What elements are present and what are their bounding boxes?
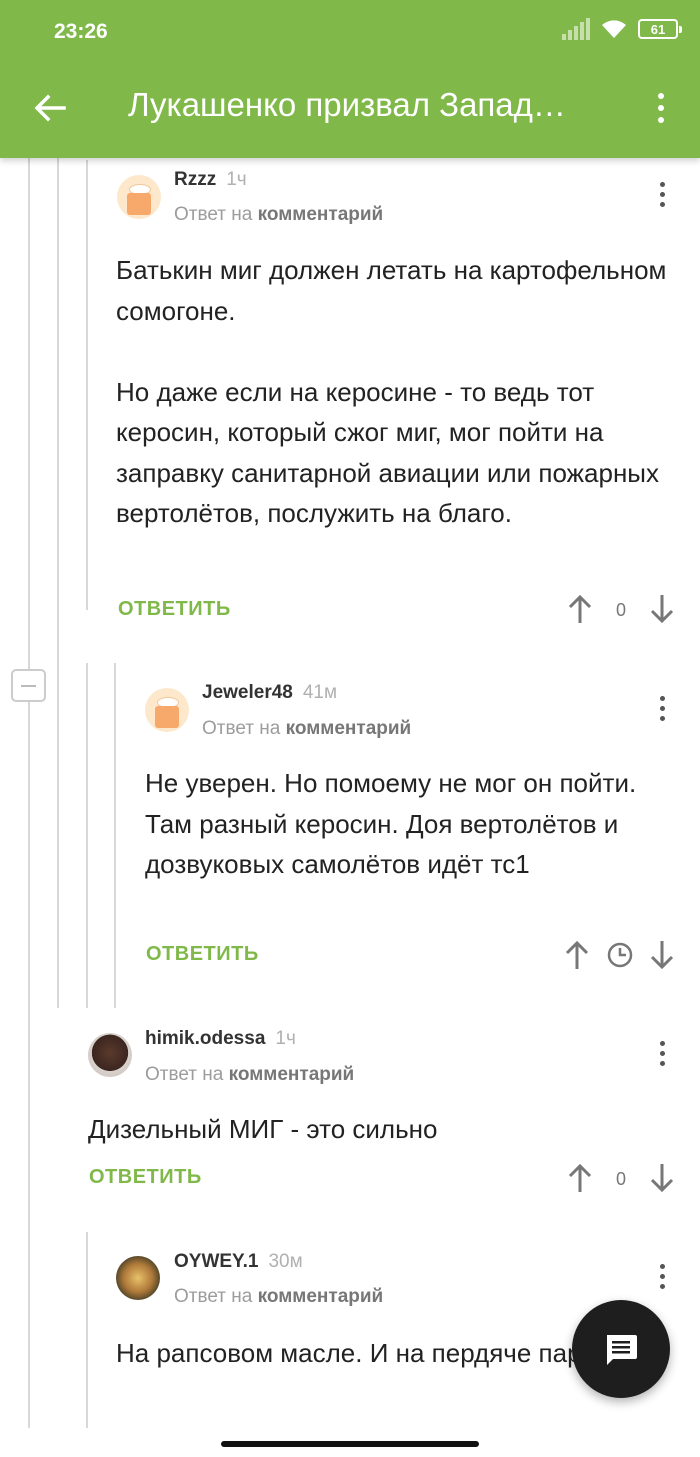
thread-line [86, 160, 88, 610]
upvote-icon[interactable] [566, 1162, 594, 1194]
collapse-thread-button[interactable] [11, 669, 46, 702]
reply-prefix: Ответ на [145, 1064, 224, 1085]
reply-to[interactable]: Ответ на комментарий [174, 204, 383, 226]
reply-target[interactable]: комментарий [258, 204, 384, 225]
comment-author[interactable]: himik.odessa 1ч [145, 1028, 296, 1050]
comment-author[interactable]: Rzzz 1ч [174, 169, 247, 191]
comment-body: Не уверен. Но помоему не мог он пойти. Т… [145, 768, 637, 879]
reply-target[interactable]: комментарий [229, 1064, 355, 1085]
comment-menu-button[interactable] [652, 1259, 672, 1293]
reply-to[interactable]: Ответ на комментарий [202, 718, 411, 740]
reply-button[interactable]: ОТВЕТИТЬ [118, 598, 231, 621]
comment-time: 1ч [226, 169, 247, 190]
wifi-icon [602, 20, 626, 38]
thread-line [114, 663, 116, 1008]
reply-prefix: Ответ на [174, 204, 253, 225]
comment-menu-button[interactable] [652, 177, 672, 211]
thread-line [86, 663, 88, 1008]
thread-line [86, 1232, 88, 1428]
clock-icon [607, 942, 633, 968]
comment-author[interactable]: OYWEY.1 30м [174, 1251, 303, 1273]
comment-score: 0 [615, 600, 626, 620]
comment-time: 41м [302, 682, 338, 703]
reply-target[interactable]: комментарий [258, 1286, 384, 1307]
default-avatar[interactable] [145, 688, 189, 732]
comment-time: 30м [268, 1251, 303, 1272]
comment-menu-button[interactable] [652, 1036, 672, 1070]
default-avatar[interactable] [117, 175, 161, 219]
comment-time: 1ч [275, 1028, 296, 1049]
comment-body: Батькин миг должен летать на картофельно… [116, 255, 667, 528]
downvote-icon[interactable] [648, 939, 676, 971]
battery-level: 61 [650, 21, 666, 37]
author-name[interactable]: Jeweler48 [202, 682, 293, 703]
reply-button[interactable]: ОТВЕТИТЬ [146, 943, 259, 966]
status-icons: 61 [562, 18, 682, 40]
author-name[interactable]: himik.odessa [145, 1028, 265, 1049]
comment-icon [607, 1335, 637, 1365]
back-button[interactable] [30, 88, 70, 128]
comment-body: На рапсовом масле. И на пердяче паре. [116, 1338, 604, 1368]
thread-line [57, 158, 59, 1008]
downvote-icon[interactable] [648, 593, 676, 625]
reply-target[interactable]: комментарий [286, 718, 412, 739]
write-comment-button[interactable] [572, 1300, 670, 1398]
photo-avatar[interactable] [88, 1033, 132, 1077]
reply-to[interactable]: Ответ на комментарий [145, 1064, 354, 1086]
signal-icon [562, 18, 590, 40]
overflow-menu-button[interactable] [644, 88, 678, 128]
battery-icon: 61 [638, 19, 682, 39]
upvote-icon[interactable] [566, 593, 594, 625]
author-name[interactable]: OYWEY.1 [174, 1251, 258, 1272]
comment-body: Дизельный МИГ - это сильно [88, 1114, 438, 1144]
reply-button[interactable]: ОТВЕТИТЬ [89, 1166, 202, 1189]
home-indicator[interactable] [221, 1441, 479, 1447]
comment-author[interactable]: Jeweler48 41м [202, 682, 337, 704]
comment-score: 0 [615, 1169, 626, 1189]
page-title: Лукашенко призвал Запад… [128, 86, 566, 123]
downvote-icon[interactable] [648, 1162, 676, 1194]
upvote-icon[interactable] [563, 939, 591, 971]
reply-to[interactable]: Ответ на комментарий [174, 1286, 383, 1308]
comment-menu-button[interactable] [652, 691, 672, 725]
reply-prefix: Ответ на [202, 718, 281, 739]
reply-prefix: Ответ на [174, 1286, 253, 1307]
author-name[interactable]: Rzzz [174, 169, 216, 190]
thread-line [28, 158, 30, 1428]
status-time: 23:26 [54, 20, 108, 43]
arrow-back-icon [34, 94, 66, 122]
photo-avatar[interactable] [116, 1256, 160, 1300]
app-bar: 23:26 61 Лукашенко призвал Запад… [0, 0, 700, 158]
